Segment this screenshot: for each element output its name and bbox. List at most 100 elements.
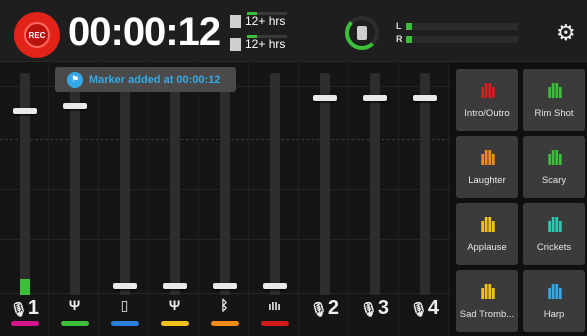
fader-handle[interactable] [413, 95, 437, 101]
fader-track [370, 73, 380, 295]
waveform-icon: ıllı [546, 281, 563, 304]
fader-track [320, 73, 330, 295]
channel-strip: ıllı [250, 63, 299, 336]
waveform-icon: ıllı [479, 281, 496, 304]
sound-pads: ıllı Intro/Outro ıllı Rim Shot ıllı Laughter ı… [451, 63, 587, 336]
waveform-icon: ıllı [479, 80, 496, 103]
sound-pad[interactable]: ıllı Rim Shot [523, 69, 585, 131]
waveform-icon: ıllı [546, 80, 563, 103]
waveform-icon: ıllı [479, 147, 496, 170]
mic-icon: 🎙 [10, 301, 28, 317]
storage-sd-time: 12+ hrs [245, 14, 286, 28]
channel-color-tag [211, 321, 239, 326]
sound-pad-name: Sad Tromb... [459, 308, 515, 320]
meter-right [406, 36, 518, 43]
channel-label[interactable]: 🎙3 [350, 297, 399, 320]
channel-strip: 🎙2 [300, 63, 349, 336]
waveform-icon: ıllı [546, 214, 563, 237]
channel-strip: ᛒ [200, 63, 249, 336]
meter-left-label: L [396, 21, 402, 31]
fader-handle[interactable] [113, 283, 137, 289]
channel-number: 3 [377, 297, 389, 319]
fader-track [220, 73, 230, 295]
sound-pad[interactable]: ıllı Laughter [456, 136, 518, 198]
mic-icon: 🎙 [310, 301, 328, 317]
fader-handle[interactable] [163, 283, 187, 289]
phone-icon: ▯ [120, 297, 129, 313]
fader-track [20, 73, 30, 295]
sound-pad-name: Intro/Outro [464, 107, 510, 119]
fader-handle[interactable] [213, 283, 237, 289]
channel-label[interactable]: 🎙2 [300, 297, 349, 320]
channel-label[interactable]: 🎙4 [400, 297, 449, 320]
channel-strip: 🎙4 [400, 63, 449, 336]
phone-icon [357, 26, 367, 40]
usb-1-icon: Ψ [68, 297, 81, 313]
channel-color-tag [161, 321, 189, 326]
mic-icon: 🎙 [360, 301, 378, 317]
phone-connection-button[interactable] [345, 16, 379, 50]
fader-handle[interactable] [313, 95, 337, 101]
sound-pad[interactable]: ıllı Applause [456, 203, 518, 265]
channel-color-tag [111, 321, 139, 326]
bluetooth-icon: ᛒ [220, 297, 229, 313]
marker-toast-text: Marker added at 00:00:12 [89, 73, 221, 86]
sound-pad-name: Harp [543, 308, 565, 320]
record-button[interactable]: REC [14, 12, 60, 58]
level-meter [20, 279, 30, 295]
sd-card-icon [230, 11, 287, 28]
fader-handle[interactable] [363, 95, 387, 101]
sound-pad-name: Scary [541, 174, 567, 186]
storage-sd: 12+ hrs [230, 11, 287, 28]
settings-gear-icon[interactable]: ⚙ [556, 20, 576, 46]
usb-2-icon: Ψ [168, 297, 181, 313]
channel-label[interactable]: Ψ [50, 297, 99, 315]
channel-strip: Ψ [150, 63, 199, 336]
sound-pad[interactable]: ıllı Sad Tromb... [456, 270, 518, 332]
sound-pad[interactable]: ıllı Harp [523, 270, 585, 332]
channel-color-tag [261, 321, 289, 326]
recording-timer: 00:00:12 [68, 10, 221, 54]
channel-label[interactable]: Ψ [150, 297, 199, 315]
fader-track [270, 73, 280, 295]
marker-flag-icon: ⚑ [67, 71, 83, 88]
channel-strip: 🎙1 [0, 63, 49, 336]
sound-pad[interactable]: ıllı Scary [523, 136, 585, 198]
sound-pad-name: Crickets [536, 241, 572, 253]
top-bar: REC 00:00:12 12+ hrs 12+ hrs L R ⚙ [0, 0, 587, 62]
sound-pad[interactable]: ıllı Crickets [523, 203, 585, 265]
channel-label[interactable]: ıllı [250, 297, 299, 315]
marker-toast: ⚑ Marker added at 00:00:12 [55, 67, 236, 92]
storage-usb: 12+ hrs [230, 34, 287, 51]
sound-pad-name: Laughter [468, 174, 506, 186]
channel-color-tag [11, 321, 39, 326]
meter-left [406, 23, 518, 30]
fader-handle[interactable] [263, 283, 287, 289]
fader-track [120, 73, 130, 295]
channel-label[interactable]: 🎙1 [0, 297, 49, 320]
waveform-icon: ıllı [479, 214, 496, 237]
storage-usb-time: 12+ hrs [245, 37, 286, 51]
channel-label[interactable]: ▯ [100, 297, 149, 315]
fader-track [420, 73, 430, 295]
channel-number: 1 [27, 297, 39, 319]
channel-color-tag [61, 321, 89, 326]
usb-drive-icon [230, 34, 287, 51]
sound-pad-name: Applause [467, 241, 507, 253]
fader-handle[interactable] [63, 103, 87, 109]
sound-pad[interactable]: ıllı Intro/Outro [456, 69, 518, 131]
record-label: REC [24, 22, 50, 48]
channel-strip: 🎙3 [350, 63, 399, 336]
sound-pad-name: Rim Shot [534, 107, 574, 119]
channel-strip: ▯ [100, 63, 149, 336]
channel-label[interactable]: ᛒ [200, 297, 249, 315]
meter-right-label: R [396, 34, 403, 44]
channel-strip: Ψ [50, 63, 99, 336]
mic-icon: 🎙 [410, 301, 428, 317]
sound-pad-icon: ıllı [268, 301, 281, 313]
channel-number: 4 [427, 297, 439, 319]
waveform-icon: ıllı [546, 147, 563, 170]
fader-track [170, 73, 180, 295]
channel-number: 2 [327, 297, 339, 319]
fader-handle[interactable] [13, 108, 37, 114]
